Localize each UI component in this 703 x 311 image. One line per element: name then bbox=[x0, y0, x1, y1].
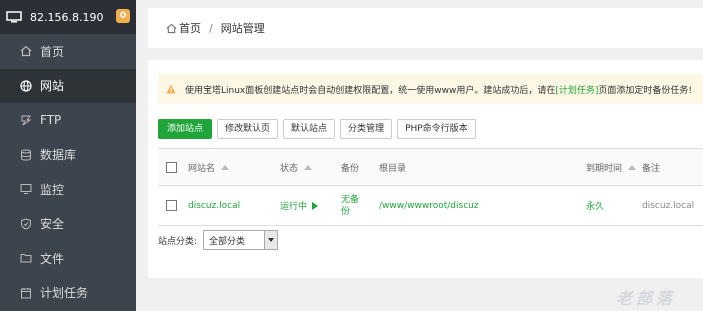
sidebar-item-security[interactable]: 安全 bbox=[0, 207, 136, 242]
server-header: 82.156.8.190 0 bbox=[0, 0, 136, 34]
sidebar-item-label: 安全 bbox=[40, 217, 65, 232]
sidebar-item-ftp[interactable]: FTP bbox=[0, 103, 136, 138]
sidebar-item-database[interactable]: 数据库 bbox=[0, 138, 136, 173]
backup-text-2: 份 bbox=[341, 206, 351, 217]
play-icon bbox=[312, 201, 319, 210]
folder-icon bbox=[20, 254, 32, 263]
monitor-icon bbox=[6, 11, 22, 23]
sidebar-item-label: 计划任务 bbox=[40, 286, 89, 301]
warning-text: 使用宝塔Linux面板创建站点时会自动创建权限配置，统一使用www用户。建站成功… bbox=[185, 85, 556, 96]
notification-badge[interactable]: 0 bbox=[116, 9, 130, 23]
server-ip: 82.156.8.190 bbox=[30, 10, 104, 24]
expire-link[interactable]: 永久 bbox=[586, 186, 604, 225]
sidebar-item-website[interactable]: 网站 bbox=[0, 68, 136, 103]
sidebar-item-monitor[interactable]: 监控 bbox=[0, 172, 136, 207]
breadcrumb-home[interactable]: 首页 bbox=[179, 20, 201, 36]
sidebar-item-home[interactable]: 首页 bbox=[0, 34, 136, 69]
chevron-down-icon bbox=[264, 231, 278, 249]
sort-icon bbox=[221, 164, 230, 170]
category-select[interactable]: 全部分类 bbox=[203, 230, 279, 250]
breadcrumb-current: 网站管理 bbox=[220, 22, 265, 35]
warning-text-after: 页面添加定时备份任务! bbox=[598, 85, 692, 96]
globe-icon bbox=[20, 80, 32, 92]
sidebar-item-label: 首页 bbox=[40, 44, 65, 59]
filter-label: 站点分类: bbox=[158, 236, 198, 247]
table-row: discuz.local 运行中 无备 份 /www/wwwroot/discu… bbox=[158, 186, 703, 226]
breadcrumb: 首页 / 网站管理 bbox=[148, 8, 703, 48]
toolbar: 添加站点 修改默认页 默认站点 分类管理 PHP命令行版本 bbox=[158, 119, 481, 139]
warning-banner: 使用宝塔Linux面板创建站点时会自动创建权限配置，统一使用www用户。建站成功… bbox=[158, 74, 703, 104]
sidebar-item-label: 网站 bbox=[40, 79, 65, 94]
backup-text: 无备 bbox=[341, 194, 360, 205]
main-panel: 使用宝塔Linux面板创建站点时会自动创建权限配置，统一使用www用户。建站成功… bbox=[148, 60, 703, 278]
home-icon bbox=[166, 23, 177, 33]
add-site-button[interactable]: 添加站点 bbox=[158, 119, 213, 139]
header-status[interactable]: 状态 bbox=[280, 149, 313, 185]
table-header: 网站名 状态 备份 根目录 到期时间 备注 bbox=[158, 148, 703, 186]
header-status-label: 状态 bbox=[280, 163, 299, 174]
sidebar-item-files[interactable]: 文件 bbox=[0, 241, 136, 276]
header-root: 根目录 bbox=[379, 163, 407, 174]
edit-default-page-button[interactable]: 修改默认页 bbox=[217, 119, 279, 139]
header-note: 备注 bbox=[642, 163, 661, 174]
status-label: 运行中 bbox=[280, 202, 308, 212]
home-icon bbox=[20, 45, 32, 57]
monitor-icon bbox=[20, 184, 32, 195]
note-field[interactable]: discuz.local bbox=[642, 186, 694, 225]
sidebar-item-label: 文件 bbox=[40, 251, 65, 266]
calendar-icon bbox=[21, 287, 31, 299]
site-name-link[interactable]: discuz.local bbox=[188, 186, 240, 225]
sidebar-item-label: 数据库 bbox=[40, 148, 77, 163]
root-dir-link[interactable]: /www/wwwroot/discuz bbox=[379, 186, 479, 225]
sidebar-item-label: FTP bbox=[40, 113, 62, 128]
header-backup: 备份 bbox=[341, 163, 360, 174]
category-filter: 站点分类: 全部分类 bbox=[158, 230, 279, 250]
site-table: 网站名 状态 备份 根目录 到期时间 备注 discuz.local 运行中 无… bbox=[158, 148, 703, 226]
backup-link[interactable]: 无备 份 bbox=[341, 186, 359, 225]
breadcrumb-separator: / bbox=[209, 21, 213, 35]
sidebar-nav: 首页 网站 FTP 数据库 监控 安全 文件 计划任务 bbox=[0, 34, 136, 310]
ftp-icon bbox=[21, 115, 32, 126]
header-name[interactable]: 网站名 bbox=[188, 149, 230, 185]
select-value: 全部分类 bbox=[209, 236, 246, 247]
row-checkbox[interactable] bbox=[166, 200, 177, 211]
shield-icon bbox=[21, 218, 31, 230]
cron-link[interactable]: [计划任务] bbox=[555, 83, 598, 96]
category-manage-button[interactable]: 分类管理 bbox=[340, 119, 393, 139]
header-expire-label: 到期时间 bbox=[586, 163, 623, 174]
site-status[interactable]: 运行中 bbox=[280, 186, 319, 225]
select-all-checkbox[interactable] bbox=[166, 161, 177, 173]
sort-icon bbox=[304, 164, 313, 170]
sort-icon bbox=[628, 164, 637, 170]
default-site-button[interactable]: 默认站点 bbox=[283, 119, 336, 139]
sidebar-item-cron[interactable]: 计划任务 bbox=[0, 276, 136, 311]
warning-icon bbox=[166, 84, 176, 94]
header-expire[interactable]: 到期时间 bbox=[586, 149, 637, 185]
watermark-logo: 老部落 bbox=[616, 289, 677, 308]
php-cli-version-button[interactable]: PHP命令行版本 bbox=[397, 119, 476, 139]
header-name-label: 网站名 bbox=[188, 163, 216, 174]
sidebar: 82.156.8.190 0 首页 网站 FTP 数据库 监控 安全 文件 计划… bbox=[0, 0, 136, 311]
database-icon bbox=[21, 149, 31, 161]
sidebar-item-label: 监控 bbox=[40, 182, 65, 197]
